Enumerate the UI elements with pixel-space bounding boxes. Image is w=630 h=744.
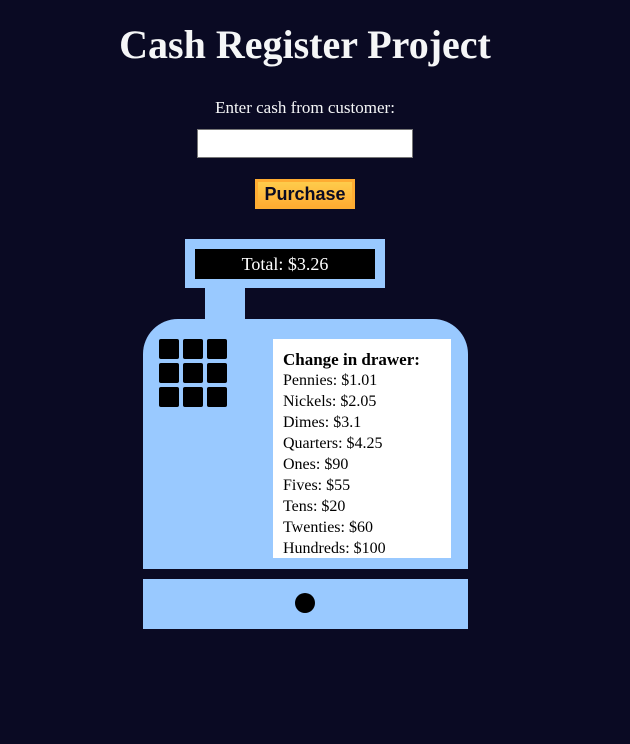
drawer-item-twenties: Twenties: $60 [283, 519, 373, 536]
drawer-item-quarters: Quarters: $4.25 [283, 435, 383, 452]
keypad-key [207, 363, 227, 383]
keypad-key [159, 363, 179, 383]
drawer-separator [143, 569, 468, 579]
page-title: Cash Register Project [119, 22, 491, 67]
change-in-drawer-panel: Change in drawer: Pennies: $1.01 Nickels… [273, 339, 451, 558]
drawer-item-ones: Ones: $90 [283, 456, 349, 473]
keypad-key [159, 339, 179, 359]
keypad [159, 339, 227, 407]
drawer-item-hundreds: Hundreds: $100 [283, 540, 386, 557]
cash-input-label: Enter cash from customer: [215, 98, 395, 117]
keypad-key [183, 363, 203, 383]
cash-input[interactable] [197, 129, 413, 158]
keypad-key [207, 387, 227, 407]
drawer-item-fives: Fives: $55 [283, 477, 351, 494]
purchase-button[interactable]: Purchase [255, 179, 355, 209]
keypad-key [207, 339, 227, 359]
drawer-knob-icon [295, 593, 315, 613]
drawer-item-tens: Tens: $20 [283, 498, 346, 515]
drawer-heading: Change in drawer: [283, 350, 420, 369]
keypad-key [159, 387, 179, 407]
drawer-item-dimes: Dimes: $3.1 [283, 414, 362, 431]
drawer-item-nickels: Nickels: $2.05 [283, 393, 377, 410]
keypad-key [183, 387, 203, 407]
drawer-item-pennies: Pennies: $1.01 [283, 372, 378, 389]
total-display: Total: $3.26 [195, 249, 375, 279]
register-neck [205, 288, 245, 320]
keypad-key [183, 339, 203, 359]
